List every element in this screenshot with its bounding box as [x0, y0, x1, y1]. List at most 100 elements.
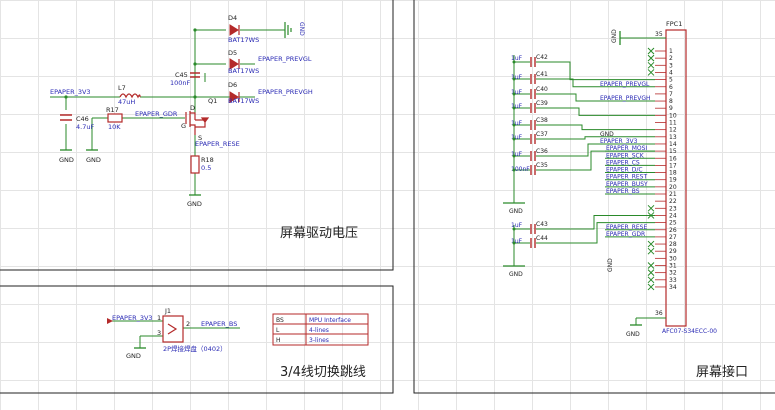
gnd-label-1: GND	[59, 156, 74, 164]
r18-ref: R18	[201, 156, 214, 164]
junction-dot	[512, 154, 516, 158]
net-label-gdr: EPAPER_GDR	[135, 110, 178, 118]
junction-dot	[512, 168, 516, 172]
fpc1-part: AFC07-S34ECC-00	[662, 328, 717, 335]
capacitor-ref: C39	[536, 100, 548, 107]
junction-dot	[512, 92, 516, 96]
bs-table-cell: 4-lines	[309, 327, 329, 334]
net-label: EPAPER_RESE	[606, 224, 647, 231]
cap-to-pin-wire	[536, 107, 655, 116]
d5-value: BAT17WS	[228, 67, 259, 75]
capacitor-value: 1uF	[511, 222, 523, 229]
gnd-label: GND	[611, 29, 618, 43]
capacitor-ref: C38	[536, 117, 548, 124]
gnd-icon	[284, 22, 292, 38]
fpc1-pin-number: 14	[669, 141, 677, 148]
q1-pin-d: D	[190, 104, 195, 112]
fpc1-pin-number: 15	[669, 148, 677, 155]
gnd-label-3: GND	[187, 200, 202, 208]
cap-to-pin-wire	[536, 124, 655, 131]
net-label-prevgl: EPAPER_PREVGL	[258, 55, 312, 63]
fpc1-pin-number: 1	[669, 48, 673, 55]
net-label: EPAPER_BS	[606, 188, 640, 195]
capacitor-ref: C43	[536, 221, 548, 228]
junction-dot	[512, 227, 516, 231]
d5-ref: D5	[228, 49, 237, 57]
capacitor-value: 1uF	[511, 120, 523, 127]
fpc1-pin-number: 16	[669, 155, 677, 162]
net-label-prevgh: EPAPER_PREVGH	[258, 88, 313, 96]
mosfet-q1-symbol	[185, 111, 210, 135]
no-connect-icon	[647, 276, 655, 284]
fpc1-pin-number: 5	[669, 77, 673, 84]
fpc1-ref: FPC1	[666, 20, 682, 28]
capacitor-value: 1uF	[511, 134, 523, 141]
resistor-r18-symbol	[190, 155, 200, 174]
d4-value: BAT17WS	[228, 36, 259, 44]
no-connect-icon	[647, 47, 655, 55]
fpc1-pin-number: 17	[669, 162, 677, 169]
r17-ref: R17	[106, 106, 119, 114]
cap-to-pin-wire	[536, 61, 655, 81]
fpc1-pin-number: 23	[669, 205, 677, 212]
no-connect-icon	[647, 54, 655, 62]
gnd-label: GND	[509, 271, 523, 278]
capacitor-ref: C36	[536, 148, 548, 155]
junction-dot	[512, 60, 516, 64]
no-connect-icon	[647, 283, 655, 291]
bs-table-cell: MPU Interface	[309, 317, 351, 324]
net-label: EPAPER_SCK	[606, 152, 645, 159]
net-label: EPAPER_PREVGH	[600, 95, 651, 102]
junction-dot	[512, 137, 516, 141]
inductor-l7-symbol	[119, 93, 141, 99]
jumper-pin-1: 1	[157, 314, 161, 322]
net-label: EPAPER_BUSY	[606, 181, 648, 188]
bs-table-cell: L	[276, 327, 280, 334]
fpc1-pin-number: 24	[669, 212, 677, 219]
connector-panel-frame	[413, 0, 775, 394]
jumper-pin-2: 2	[186, 320, 190, 328]
q1-ref: Q1	[208, 97, 217, 105]
c45-ref: C45	[175, 71, 188, 79]
net-label: EPAPER_3V3	[600, 138, 638, 145]
jumper-net-in: EPAPER_3V3	[112, 314, 153, 322]
fpc1-pin-number: 8	[669, 98, 673, 105]
drive-circuit: GND D4 BAT17WS D5 BAT17WS D6 BAT17WS C45…	[50, 14, 313, 208]
net-label: EPAPER_D/C	[606, 167, 643, 174]
l7-value: 47uH	[118, 98, 135, 106]
jumper-circuit: J1 EPAPER_3V3 EPAPER_BS GND 2P焊接焊盘（0402）…	[107, 307, 369, 360]
fpc1-pin-number: 2	[669, 55, 673, 62]
q1-pin-g: G	[181, 122, 186, 130]
junction-dot	[512, 123, 516, 127]
bs-table-cell: H	[276, 337, 281, 344]
d6-ref: D6	[228, 81, 237, 89]
capacitor-ref: C42	[536, 54, 548, 61]
fpc1-pin-number: 7	[669, 91, 673, 98]
bs-table-cell: 3-lines	[309, 337, 329, 344]
c46-value: 4.7uF	[76, 123, 94, 131]
no-connect-icon	[647, 204, 655, 212]
no-connect-icon	[647, 61, 655, 69]
net-label: EPAPER_PREVGL	[600, 81, 650, 88]
jumper-j1-body	[162, 315, 184, 343]
fpc1-pin-number: 11	[669, 120, 677, 127]
fpc1-pins-group: 1234567891011121314151617181920212223242…	[511, 47, 677, 291]
capacitor-value: 1uF	[511, 74, 523, 81]
drive-panel-title: 屏幕驱动电压	[280, 226, 358, 241]
no-connect-icon	[647, 269, 655, 277]
capacitor-ref: C37	[536, 131, 548, 138]
jumper-gnd: GND	[126, 352, 141, 360]
connector-circuit: FPC1 AFC07-S34ECC-00 35 36 GND GND GND G…	[503, 20, 717, 338]
gnd-label: GND	[626, 331, 640, 338]
fpc1-pin-number: 26	[669, 227, 677, 234]
gnd-label-2: GND	[86, 156, 101, 164]
net-label-3v3: EPAPER_3V3	[50, 88, 91, 96]
fpc1-pin-number: 34	[669, 284, 677, 291]
schematic-svg: 屏幕驱动电压 3/4线切换跳线 屏幕接口 GND D4 BAT17WS D5 B…	[0, 0, 775, 394]
fpc1-pin-number: 25	[669, 220, 677, 227]
drive-labels: D4 BAT17WS D5 BAT17WS D6 BAT17WS C45 100…	[50, 14, 313, 208]
jumper-footprint: 2P焊接焊盘（0402）	[163, 344, 227, 353]
c46-ref: C46	[76, 115, 89, 123]
connector-panel-title: 屏幕接口	[696, 364, 748, 380]
capacitor-ref: C44	[536, 235, 548, 242]
